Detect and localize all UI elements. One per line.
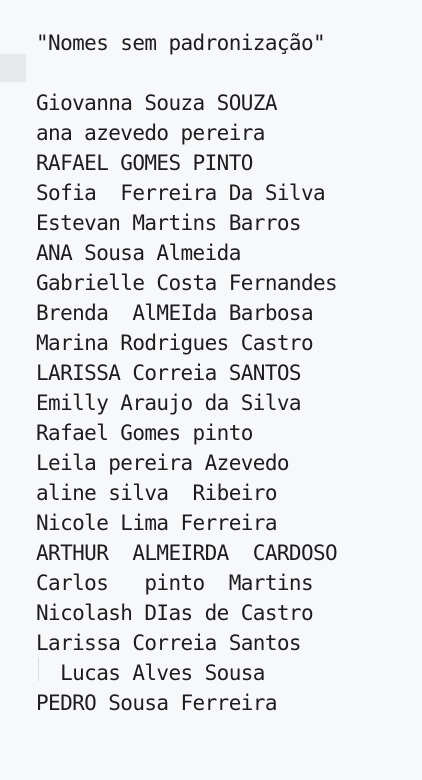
editor-line[interactable]: Leila pereira Azevedo (36, 448, 337, 478)
editor-line[interactable]: Brenda AlMEIda Barbosa (36, 298, 337, 328)
editor-line[interactable]: Gabrielle Costa Fernandes (36, 268, 338, 298)
editor-line[interactable]: Carlos pinto Martins (36, 568, 337, 598)
editor-line-title[interactable]: "Nomes sem padronização" (36, 28, 337, 58)
editor-line[interactable]: Rafael Gomes pinto (36, 418, 337, 448)
editor-line[interactable]: RAFAEL GOMES PINTO (36, 148, 337, 178)
editor-line[interactable]: PEDRO Sousa Ferreira (36, 688, 337, 718)
editor-line[interactable]: Emilly Araujo da Silva (36, 388, 337, 418)
editor-line[interactable]: Lucas Alves Sousa (36, 658, 337, 688)
editor-line[interactable]: ana azevedo pereira (36, 118, 337, 148)
editor-line[interactable]: Nicolash DIas de Castro (36, 598, 337, 628)
editor-lines[interactable]: "Nomes sem padronização" Giovanna Souza … (36, 28, 338, 718)
current-line-highlight (0, 54, 26, 82)
editor-line[interactable]: Sofia Ferreira Da Silva (36, 178, 337, 208)
editor-line[interactable]: Giovanna Souza SOUZA (36, 88, 337, 118)
editor-line[interactable]: Marina Rodrigues Castro (36, 328, 337, 358)
editor-line-blank[interactable] (36, 58, 337, 88)
editor-line[interactable]: LARISSA Correia SANTOS (36, 358, 337, 388)
editor-line[interactable]: Larissa Correia Santos (36, 628, 337, 658)
editor-line[interactable]: ARTHUR ALMEIRDA CARDOSO (36, 538, 338, 568)
editor-line[interactable]: Nicole Lima Ferreira (36, 508, 337, 538)
editor-line[interactable]: aline silva Ribeiro (36, 478, 337, 508)
editor-line[interactable]: Estevan Martins Barros (36, 208, 337, 238)
editor-line[interactable]: ANA Sousa Almeida (36, 238, 337, 268)
text-editor[interactable]: "Nomes sem padronização" Giovanna Souza … (0, 0, 422, 780)
